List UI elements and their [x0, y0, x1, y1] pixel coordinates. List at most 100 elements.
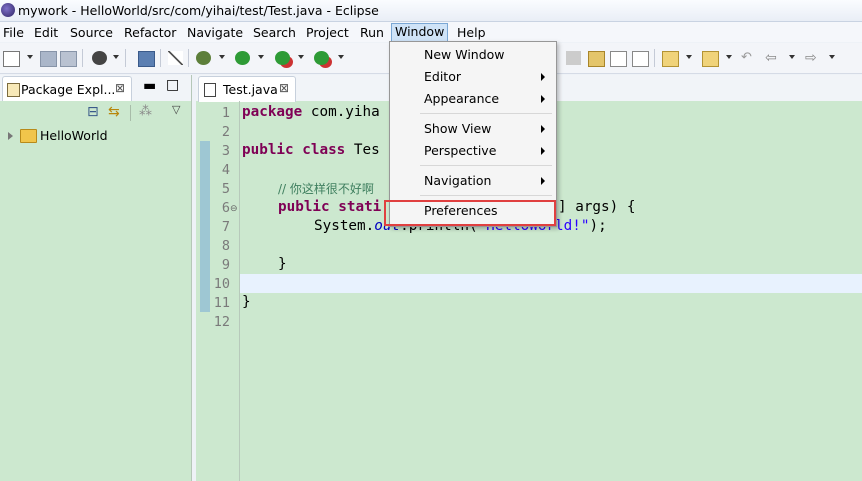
editor-tab-label: Test.java [223, 82, 278, 97]
previous-annotation-icon[interactable] [702, 51, 719, 67]
minimize-icon[interactable]: ▬ [143, 78, 156, 94]
close-icon[interactable]: ⊠ [115, 81, 125, 95]
coverage-icon[interactable] [275, 51, 290, 65]
menu-refactor[interactable]: Refactor [121, 24, 179, 41]
package-explorer-panel: Package Expl... ⊠ ▬ □ ⊟ ⇆ ⁂ ▽ HelloWorld [0, 75, 192, 481]
link-with-editor-icon[interactable]: ⇆ [108, 104, 120, 120]
new-dropdown-icon[interactable] [27, 55, 33, 59]
forward-icon[interactable]: ⇨ [805, 51, 820, 65]
menu-item-appearance[interactable]: Appearance [392, 89, 552, 109]
toolbar-separator [654, 49, 655, 67]
toolbar-separator [130, 105, 131, 121]
window-title: mywork - HelloWorld/src/com/yihai/test/T… [18, 3, 379, 18]
change-ruler [200, 141, 210, 312]
forward-dropdown-icon[interactable] [829, 55, 835, 59]
code-line-6-tail[interactable]: ] args) { [558, 199, 635, 215]
package-explorer-icon [7, 83, 20, 97]
menu-separator [420, 113, 552, 114]
expand-arrow-icon[interactable] [8, 132, 13, 140]
focus-icon[interactable]: ⁂ [139, 104, 152, 119]
line-number: 5 [221, 181, 230, 197]
menu-help[interactable]: Help [454, 24, 489, 41]
tree-item-helloworld[interactable]: HelloWorld [6, 127, 186, 145]
line-number: 12 [213, 314, 230, 330]
menu-navigate[interactable]: Navigate [184, 24, 246, 41]
next-annotation-dropdown-icon[interactable] [686, 55, 692, 59]
menu-file[interactable]: File [0, 24, 27, 41]
new-icon[interactable] [3, 51, 20, 67]
menu-edit[interactable]: Edit [31, 24, 61, 41]
menu-item-new-window[interactable]: New Window [392, 45, 552, 65]
next-annotation-icon[interactable] [662, 51, 679, 67]
code-line-9[interactable]: } [278, 256, 287, 272]
menu-search[interactable]: Search [250, 24, 299, 41]
menu-item-perspective[interactable]: Perspective [392, 141, 552, 161]
tab-package-explorer[interactable]: Package Expl... ⊠ [2, 76, 132, 101]
debug-dropdown-icon[interactable] [219, 55, 225, 59]
coverage-dropdown-icon[interactable] [298, 55, 304, 59]
show-whitespace-icon[interactable] [632, 51, 649, 67]
line-number: 11 [213, 295, 230, 311]
save-all-icon[interactable] [60, 51, 77, 67]
debug-icon[interactable] [196, 51, 211, 65]
close-icon[interactable]: ⊠ [279, 81, 289, 95]
search-icon[interactable] [610, 51, 627, 67]
skip-breakpoints-icon[interactable] [168, 51, 183, 65]
line-number: 9 [221, 257, 230, 273]
save-icon[interactable] [40, 51, 57, 67]
menu-project[interactable]: Project [303, 24, 352, 41]
collapse-all-icon[interactable]: ⊟ [87, 104, 99, 120]
eclipse-icon [1, 3, 15, 17]
line-number: 7 [221, 219, 230, 235]
view-menu-icon[interactable]: ▽ [172, 103, 180, 116]
menu-item-editor[interactable]: Editor [392, 67, 552, 87]
code-line-1[interactable]: package com.yiha [242, 104, 380, 120]
external-tools-icon[interactable] [314, 51, 329, 65]
toolbar-separator [160, 49, 161, 67]
menu-window[interactable]: Window [391, 23, 449, 42]
user-dropdown-icon[interactable] [113, 55, 119, 59]
menu-source[interactable]: Source [67, 24, 116, 41]
java-file-icon [204, 83, 216, 97]
line-number: 3 [221, 143, 230, 159]
package-explorer-toolbar: ⊟ ⇆ ⁂ ▽ [0, 101, 191, 125]
toolbar-separator [188, 49, 189, 67]
last-edit-location-icon[interactable]: ↶ [741, 51, 756, 65]
current-line-highlight [240, 274, 862, 293]
line-number: 10 [213, 276, 230, 292]
menu-separator [420, 195, 552, 196]
back-icon[interactable]: ⇦ [765, 51, 780, 65]
open-type-icon[interactable] [566, 51, 581, 65]
line-number: 1 [221, 105, 230, 121]
menu-bar: File Edit Source Refactor Navigate Searc… [0, 22, 862, 42]
line-number: 2 [221, 124, 230, 140]
menu-item-show-view[interactable]: Show View [392, 119, 552, 139]
run-dropdown-icon[interactable] [258, 55, 264, 59]
code-line-5[interactable]: // 你这样很不好啊 [278, 180, 374, 197]
toolbar-separator [125, 49, 126, 67]
menu-separator [420, 165, 552, 166]
maximize-icon[interactable]: □ [166, 77, 179, 93]
external-tools-dropdown-icon[interactable] [338, 55, 344, 59]
back-dropdown-icon[interactable] [789, 55, 795, 59]
line-number: 8 [221, 238, 230, 254]
package-explorer-header: Package Expl... ⊠ ▬ □ [0, 75, 191, 101]
line-number: 4 [221, 162, 230, 178]
previous-annotation-dropdown-icon[interactable] [726, 55, 732, 59]
preferences-highlight-box [384, 200, 556, 226]
run-icon[interactable] [235, 51, 250, 65]
tab-test-java[interactable]: Test.java ⊠ [198, 76, 296, 102]
submenu-arrow-icon [541, 177, 545, 185]
title-bar: mywork - HelloWorld/src/com/yihai/test/T… [0, 0, 862, 22]
menu-run[interactable]: Run [357, 24, 387, 41]
submenu-arrow-icon [541, 125, 545, 133]
console-icon[interactable] [138, 51, 155, 67]
open-task-icon[interactable] [588, 51, 605, 67]
user-icon[interactable] [92, 51, 107, 65]
menu-item-navigation[interactable]: Navigation [392, 171, 552, 191]
code-line-11[interactable]: } [242, 294, 251, 310]
fold-icon[interactable]: ⊖ [230, 204, 238, 214]
java-project-icon [20, 129, 37, 143]
code-line-3[interactable]: public class Tes [242, 142, 380, 158]
code-line-6[interactable]: public stati [278, 199, 381, 215]
